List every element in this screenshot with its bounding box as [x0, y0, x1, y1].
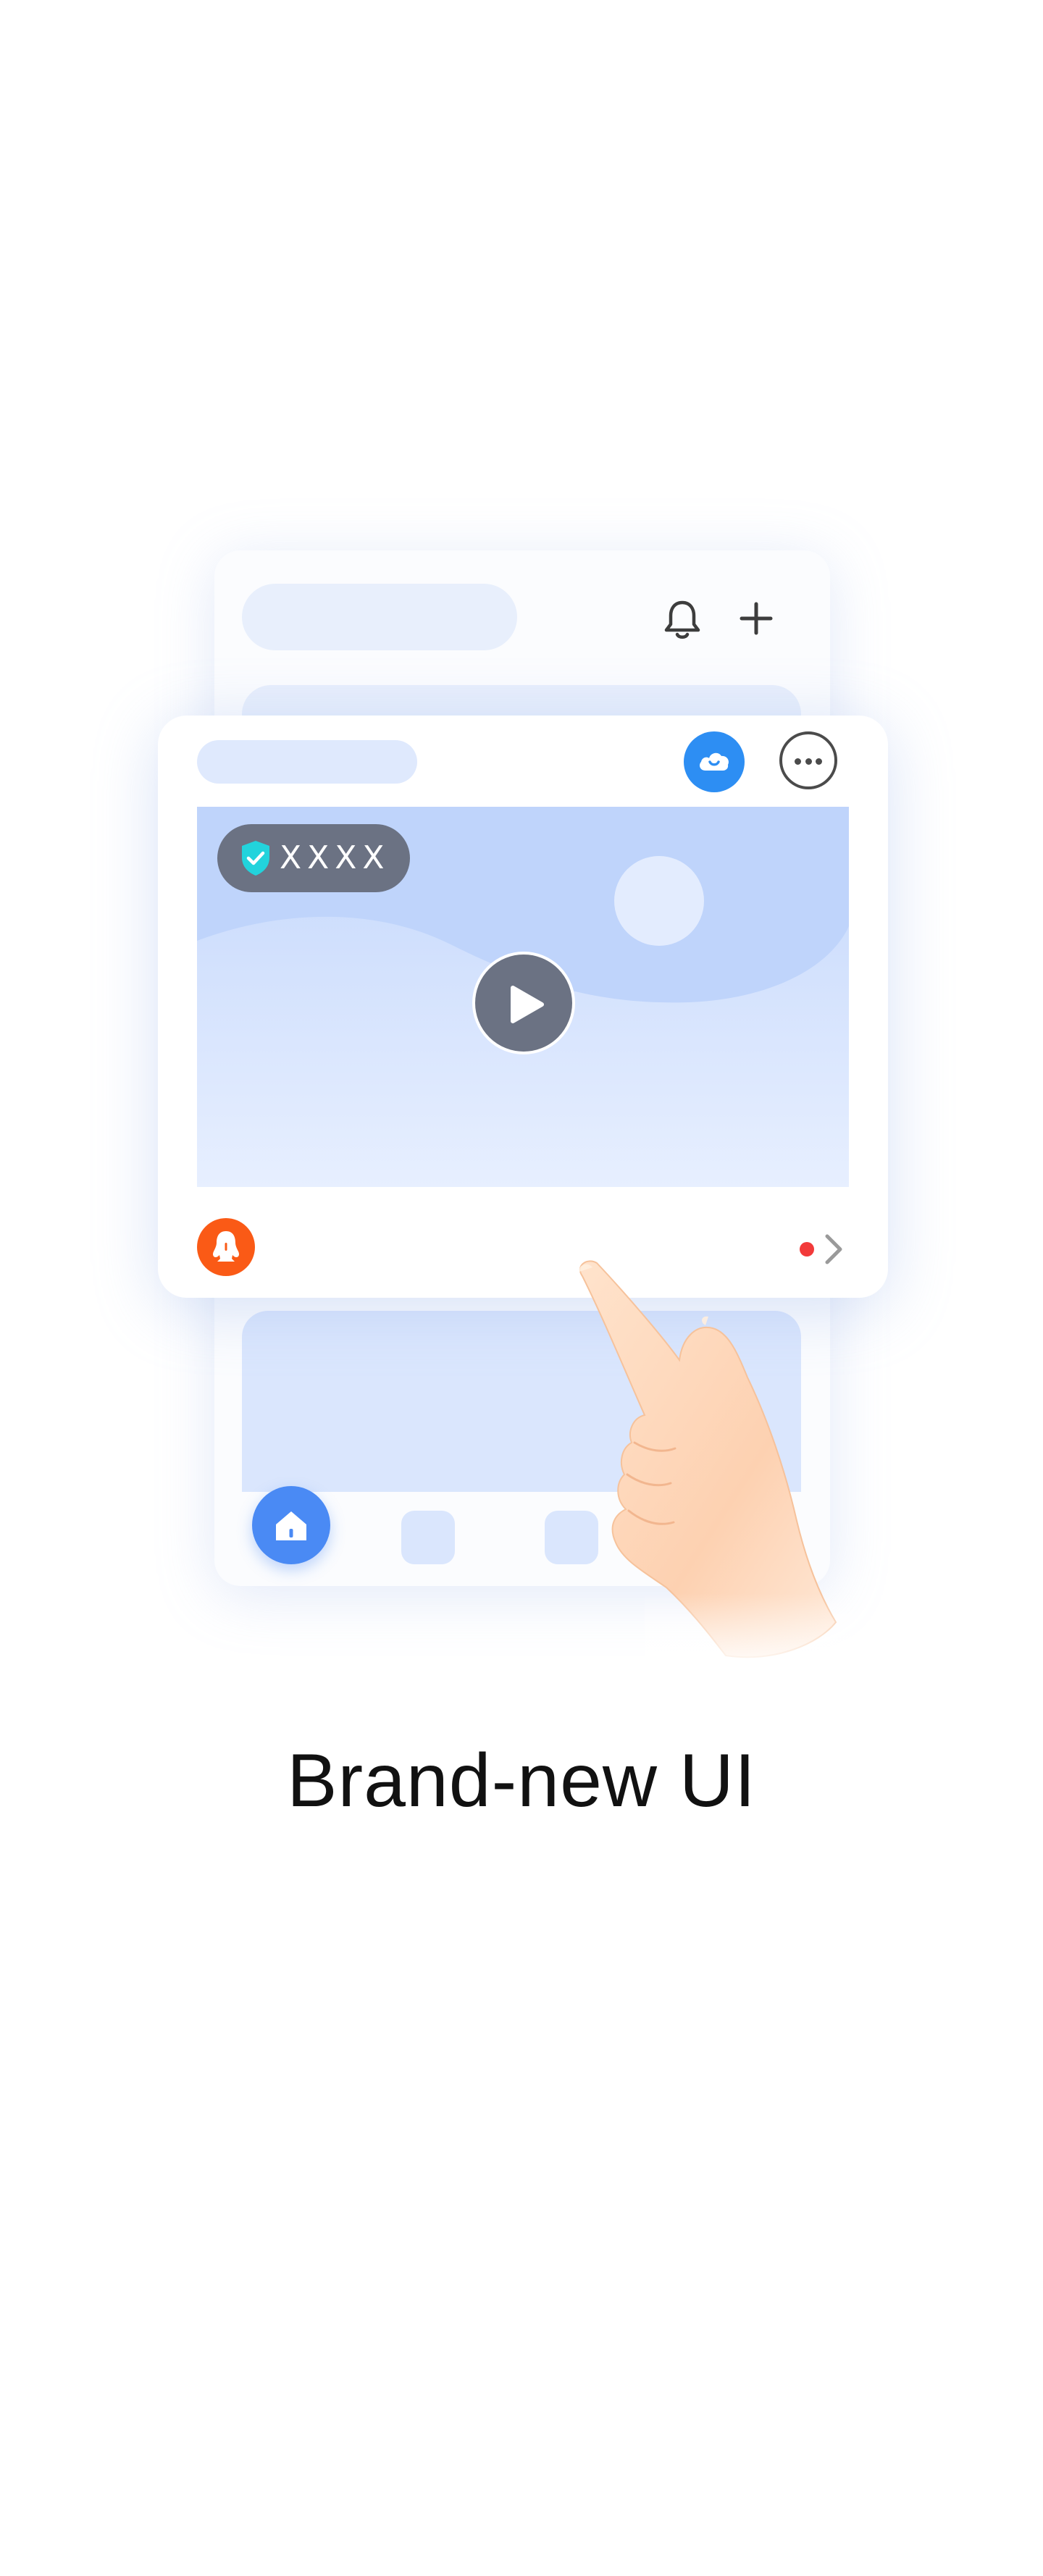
home-icon [276, 1511, 306, 1540]
card-title-placeholder [197, 740, 417, 784]
badge-label: XXXX [280, 839, 390, 876]
plus-icon [737, 600, 775, 637]
page-title: Brand-new UI [287, 1739, 756, 1823]
pointing-hand-icon [558, 1253, 862, 1673]
more-horizontal-icon [779, 731, 837, 789]
onboarding-illustration: XXXX [0, 0, 1043, 1738]
shield-check-icon [242, 841, 269, 876]
feed-card: XXXX [158, 716, 888, 1298]
play-icon [472, 952, 575, 1054]
search-bar-placeholder [242, 584, 517, 650]
nav-tab-placeholder [401, 1511, 455, 1564]
bell-icon [662, 598, 703, 642]
verified-badge: XXXX [217, 824, 410, 892]
nav-home-button [252, 1486, 330, 1564]
video-thumbnail: XXXX [197, 807, 849, 1187]
cloud-icon [684, 731, 745, 792]
qq-penguin-icon [197, 1218, 255, 1276]
